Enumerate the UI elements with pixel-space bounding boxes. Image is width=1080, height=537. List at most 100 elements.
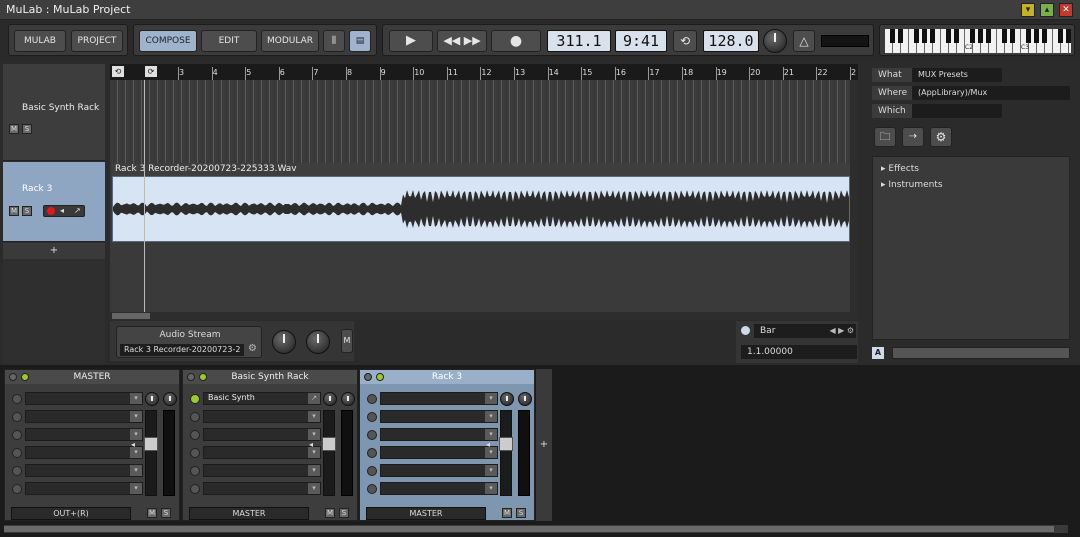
tempo-display[interactable]: 128.0 (703, 30, 759, 52)
slot-power-icon[interactable] (12, 484, 22, 494)
insert-slot[interactable]: ▾ (367, 482, 498, 495)
project-button[interactable]: PROJECT (71, 30, 123, 52)
pan-knob[interactable] (306, 330, 330, 354)
mixer-view-icon[interactable]: ⫼ (323, 30, 345, 52)
dropdown-icon[interactable]: ▾ (130, 465, 142, 476)
insert-slot[interactable]: ▾ (12, 428, 143, 441)
insert-slot[interactable]: ▾ (12, 482, 143, 495)
strip-title[interactable]: MASTER (5, 370, 179, 384)
where-field[interactable]: (AppLibrary)/Mux (912, 86, 1070, 100)
track-rack-3[interactable]: Rack 3 M S ◂ ↗ (3, 162, 105, 242)
rewind-forward-icon[interactable]: ◀◀ ▶▶ (437, 30, 487, 52)
dropdown-icon[interactable]: ▾ (308, 411, 320, 422)
mulab-button[interactable]: MULAB (14, 30, 66, 52)
insert-slot[interactable]: ▾ (367, 464, 498, 477)
mute-button[interactable]: M (502, 508, 512, 518)
slot-power-icon[interactable] (190, 394, 200, 404)
slot-power-icon[interactable] (367, 412, 377, 422)
compose-button[interactable]: COMPOSE (139, 30, 197, 52)
snap-position[interactable]: 1.1.00000 (741, 345, 857, 359)
timeline-ruler[interactable]: ⟲ ⟳ 3 4 5 6 7 8 9 10 11 12 13 14 15 16 17 18 19 20 21 22 2 (110, 64, 858, 80)
slot-power-icon[interactable] (12, 466, 22, 476)
dropdown-icon[interactable]: ▾ (308, 429, 320, 440)
audio-stream-file[interactable]: Rack 3 Recorder-20200723-2 (120, 344, 244, 356)
strip-title[interactable]: Rack 3 (360, 370, 534, 384)
clip-header[interactable]: Rack 3 Recorder-20200723-225333.Wav (112, 163, 850, 176)
insert-slot[interactable]: ▾ (367, 428, 498, 441)
track-basic-synth-rack[interactable]: Basic Synth Rack M S (3, 64, 105, 161)
slot-power-icon[interactable] (12, 430, 22, 440)
metronome-icon[interactable]: △ (793, 30, 815, 52)
slot-power-icon[interactable] (367, 394, 377, 404)
strip-title[interactable]: Basic Synth Rack (183, 370, 357, 384)
active-icon[interactable] (21, 373, 29, 381)
piano-keyboard[interactable]: C2 C3 (885, 29, 1071, 53)
snap-unit-select[interactable]: Bar ◀ ▶ ⚙ (754, 324, 856, 338)
insert-slot[interactable]: ▾ (12, 392, 143, 405)
record-arm-icon[interactable] (47, 207, 55, 215)
mute-button[interactable]: M (9, 206, 19, 216)
solo-button[interactable]: S (516, 508, 526, 518)
mixer-scroll-thumb[interactable] (4, 526, 1054, 532)
modular-button[interactable]: MODULAR (261, 30, 319, 52)
gear-icon[interactable]: ⚙ (248, 343, 257, 354)
solo-button[interactable]: S (161, 508, 171, 518)
active-icon[interactable] (199, 373, 207, 381)
insert-slot[interactable]: ▾ (367, 410, 498, 423)
position-display[interactable]: 311.1 (547, 30, 611, 52)
insert-slot[interactable]: ▾ (367, 446, 498, 459)
a-button[interactable]: A (872, 347, 884, 359)
edit-button[interactable]: EDIT (201, 30, 257, 52)
insert-slot[interactable]: ▾ (12, 410, 143, 423)
tree-item-instruments[interactable]: ▸ Instruments (881, 180, 943, 190)
dropdown-icon[interactable]: ▾ (308, 465, 320, 476)
slot-power-icon[interactable] (367, 466, 377, 476)
power-icon[interactable] (9, 373, 17, 381)
slot-power-icon[interactable] (190, 412, 200, 422)
send-knob[interactable] (518, 392, 532, 406)
tree-item-effects[interactable]: ▸ Effects (881, 164, 919, 174)
insert-slot[interactable]: ▾ (190, 464, 321, 477)
fader-handle[interactable] (144, 437, 158, 451)
dropdown-icon[interactable]: ▾ (485, 411, 497, 422)
slot-power-icon[interactable] (190, 466, 200, 476)
slot-power-icon[interactable] (367, 484, 377, 494)
pan-knob[interactable] (145, 392, 159, 406)
active-icon[interactable] (376, 373, 384, 381)
fader-handle[interactable] (322, 437, 336, 451)
add-track-button[interactable]: + (3, 243, 105, 259)
import-icon[interactable]: ⇢ (902, 127, 924, 147)
browser-scrollbar[interactable] (892, 347, 1070, 359)
mute-button[interactable]: M (147, 508, 157, 518)
snap-toggle[interactable] (741, 326, 750, 335)
volume-fader[interactable] (499, 410, 513, 496)
slot-power-icon[interactable] (190, 484, 200, 494)
insert-slot[interactable]: ▾ (367, 392, 498, 405)
pan-knob[interactable] (500, 392, 514, 406)
insert-slot[interactable]: Basic Synth ↗ (190, 392, 321, 405)
browser-view-icon[interactable]: ▤ (349, 30, 371, 52)
solo-button[interactable]: S (22, 124, 32, 134)
volume-fader[interactable] (144, 410, 158, 496)
settings-gear-icon[interactable]: ⚙ (930, 127, 952, 147)
maximize-button[interactable]: ▴ (1040, 3, 1054, 17)
insert-slot[interactable]: ▾ (190, 410, 321, 423)
dropdown-icon[interactable]: ↗ (308, 393, 320, 404)
slot-power-icon[interactable] (190, 448, 200, 458)
slot-power-icon[interactable] (367, 430, 377, 440)
slot-power-icon[interactable] (12, 448, 22, 458)
dropdown-icon[interactable]: ▾ (485, 393, 497, 404)
audio-mute-button[interactable]: M (341, 329, 353, 353)
pan-knob[interactable] (323, 392, 337, 406)
dropdown-icon[interactable]: ▾ (485, 465, 497, 476)
master-volume-knob[interactable] (763, 29, 787, 53)
track-lane-synth[interactable] (110, 80, 850, 163)
output-select[interactable]: OUT+(R) (11, 507, 131, 520)
output-select[interactable]: MASTER (189, 507, 309, 520)
power-icon[interactable] (187, 373, 195, 381)
gain-knob[interactable] (272, 330, 296, 354)
insert-slot[interactable]: ▾ (12, 464, 143, 477)
slot-power-icon[interactable] (12, 412, 22, 422)
dropdown-icon[interactable]: ▾ (130, 411, 142, 422)
power-icon[interactable] (364, 373, 372, 381)
